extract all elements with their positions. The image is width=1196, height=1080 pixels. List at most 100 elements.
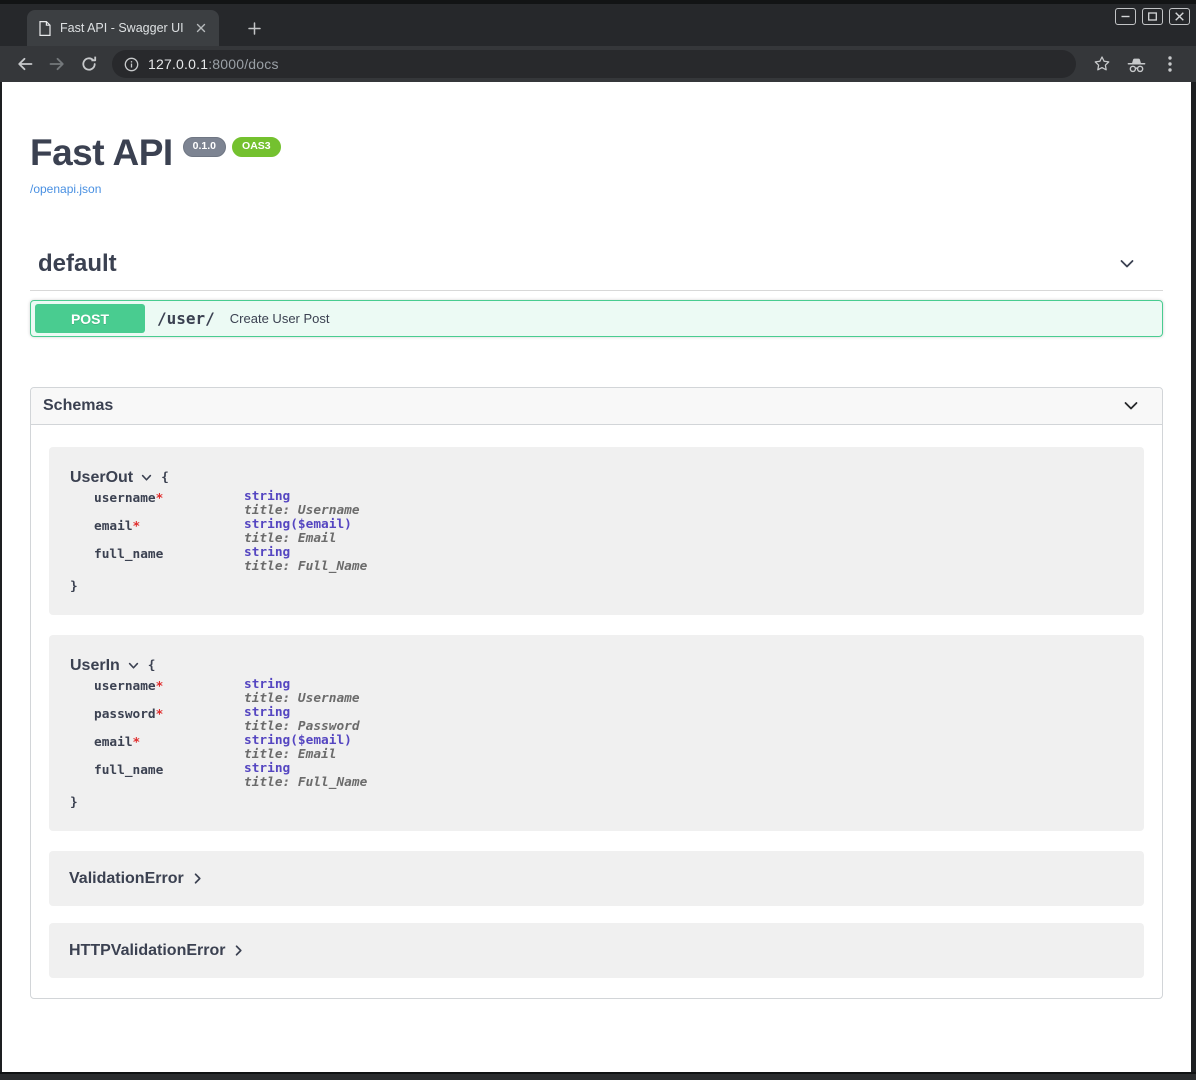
- required-star: *: [156, 679, 164, 694]
- tab-close-icon[interactable]: [193, 20, 209, 36]
- property-type: string: [244, 546, 367, 560]
- property-row: full_namestringtitle: Full_Name: [94, 762, 1124, 790]
- property-type: string: [244, 678, 360, 692]
- operation-summary: Create User Post: [230, 311, 330, 326]
- required-star: *: [133, 735, 141, 750]
- address-bar[interactable]: 127.0.0.1:8000/docs: [112, 50, 1076, 78]
- property-type: string: [244, 762, 367, 776]
- schemas-header[interactable]: Schemas: [31, 388, 1162, 425]
- chevron-down-icon[interactable]: [1121, 396, 1141, 416]
- operation-path: /user/: [157, 309, 215, 328]
- browser-tab[interactable]: Fast API - Swagger UI: [27, 10, 219, 46]
- property-name: full_name: [94, 546, 244, 574]
- chevron-down-icon[interactable]: [127, 659, 140, 672]
- property-row: email*string($email)title: Email: [94, 734, 1124, 762]
- property-row: username*stringtitle: Username: [94, 678, 1124, 706]
- schemas-section: Schemas UserOut{username*stringtitle: Us…: [30, 387, 1163, 999]
- property-title: title: Full_Name: [244, 560, 367, 574]
- property-type: string($email): [244, 734, 352, 748]
- new-tab-icon[interactable]: [242, 16, 266, 40]
- minimize-button[interactable]: [1115, 8, 1136, 25]
- close-brace: }: [70, 579, 1124, 594]
- property-value: string($email)title: Email: [244, 518, 352, 546]
- model-header[interactable]: ValidationError: [69, 870, 1124, 887]
- version-badge: 0.1.0: [183, 137, 226, 157]
- property-value: string($email)title: Email: [244, 734, 352, 762]
- property-list: username*stringtitle: Usernamepassword*s…: [94, 678, 1124, 790]
- oas3-badge: OAS3: [232, 137, 281, 157]
- property-row: email*string($email)title: Email: [94, 518, 1124, 546]
- property-title: title: Password: [244, 720, 360, 734]
- window-frame-bottom: [0, 1072, 1196, 1080]
- url-text[interactable]: 127.0.0.1:8000/docs: [148, 56, 279, 72]
- required-star: *: [156, 707, 164, 722]
- browser-toolbar: 127.0.0.1:8000/docs: [0, 46, 1196, 82]
- model-HTTPValidationError: HTTPValidationError: [49, 923, 1144, 978]
- incognito-icon: [1120, 49, 1152, 79]
- property-type: string: [244, 706, 360, 720]
- chevron-down-icon[interactable]: [1117, 254, 1137, 274]
- property-title: title: Full_Name: [244, 776, 367, 790]
- model-ValidationError: ValidationError: [49, 851, 1144, 906]
- model-title[interactable]: UserOut: [70, 469, 133, 486]
- property-name: password*: [94, 706, 244, 734]
- property-name: email*: [94, 518, 244, 546]
- model-UserOut: UserOut{username*stringtitle: Usernameem…: [49, 447, 1144, 615]
- property-type: string: [244, 490, 360, 504]
- schemas-title: Schemas: [43, 397, 113, 415]
- tab-title: Fast API - Swagger UI: [60, 21, 184, 35]
- url-path: :8000/docs: [208, 56, 279, 72]
- window-controls: [1115, 8, 1190, 25]
- property-value: stringtitle: Username: [244, 678, 360, 706]
- openapi-spec-link[interactable]: /openapi.json: [30, 182, 101, 196]
- property-row: full_namestringtitle: Full_Name: [94, 546, 1124, 574]
- tab-strip: Fast API - Swagger UI: [0, 4, 1196, 46]
- model-title[interactable]: HTTPValidationError: [69, 942, 225, 959]
- page-title: Fast API: [30, 134, 173, 172]
- property-title: title: Email: [244, 532, 352, 546]
- close-button[interactable]: [1169, 8, 1190, 25]
- property-row: username*stringtitle: Username: [94, 490, 1124, 518]
- chevron-right-icon[interactable]: [232, 944, 245, 957]
- required-star: *: [133, 519, 141, 534]
- chevron-down-icon[interactable]: [140, 471, 153, 484]
- model-header[interactable]: UserOut {: [70, 469, 1124, 486]
- open-brace: {: [161, 469, 169, 486]
- maximize-button[interactable]: [1142, 8, 1163, 25]
- model-title[interactable]: ValidationError: [69, 870, 184, 887]
- property-type: string($email): [244, 518, 352, 532]
- url-host: 127.0.0.1: [148, 56, 208, 72]
- info-circle-icon[interactable]: [124, 57, 139, 72]
- api-info-section: Fast API 0.1.0 OAS3 /openapi.json: [30, 82, 1163, 198]
- property-value: stringtitle: Password: [244, 706, 360, 734]
- model-header[interactable]: HTTPValidationError: [69, 942, 1124, 959]
- property-title: title: Email: [244, 748, 352, 762]
- star-icon[interactable]: [1086, 49, 1118, 79]
- property-name: username*: [94, 490, 244, 518]
- property-row: password*stringtitle: Password: [94, 706, 1124, 734]
- tag-section-default[interactable]: default: [30, 244, 1163, 291]
- reload-icon[interactable]: [74, 49, 104, 79]
- schemas-body: UserOut{username*stringtitle: Usernameem…: [31, 425, 1162, 998]
- property-title: title: Username: [244, 692, 360, 706]
- method-badge: POST: [35, 304, 145, 333]
- open-brace: {: [148, 657, 156, 674]
- property-title: title: Username: [244, 504, 360, 518]
- page-content: Fast API 0.1.0 OAS3 /openapi.json defaul…: [2, 82, 1191, 1072]
- close-brace: }: [70, 795, 1124, 810]
- property-value: stringtitle: Username: [244, 490, 360, 518]
- document-icon: [39, 21, 51, 36]
- kebab-menu-icon[interactable]: [1154, 49, 1186, 79]
- property-name: email*: [94, 734, 244, 762]
- opblock-post-user[interactable]: POST /user/ Create User Post: [30, 300, 1163, 337]
- forward-icon[interactable]: [42, 49, 72, 79]
- property-name: username*: [94, 678, 244, 706]
- tag-title: default: [38, 250, 117, 278]
- model-header[interactable]: UserIn {: [70, 657, 1124, 674]
- property-name: full_name: [94, 762, 244, 790]
- model-title[interactable]: UserIn: [70, 657, 120, 674]
- chevron-right-icon[interactable]: [191, 872, 204, 885]
- property-value: stringtitle: Full_Name: [244, 762, 367, 790]
- required-star: *: [156, 491, 164, 506]
- back-icon[interactable]: [10, 49, 40, 79]
